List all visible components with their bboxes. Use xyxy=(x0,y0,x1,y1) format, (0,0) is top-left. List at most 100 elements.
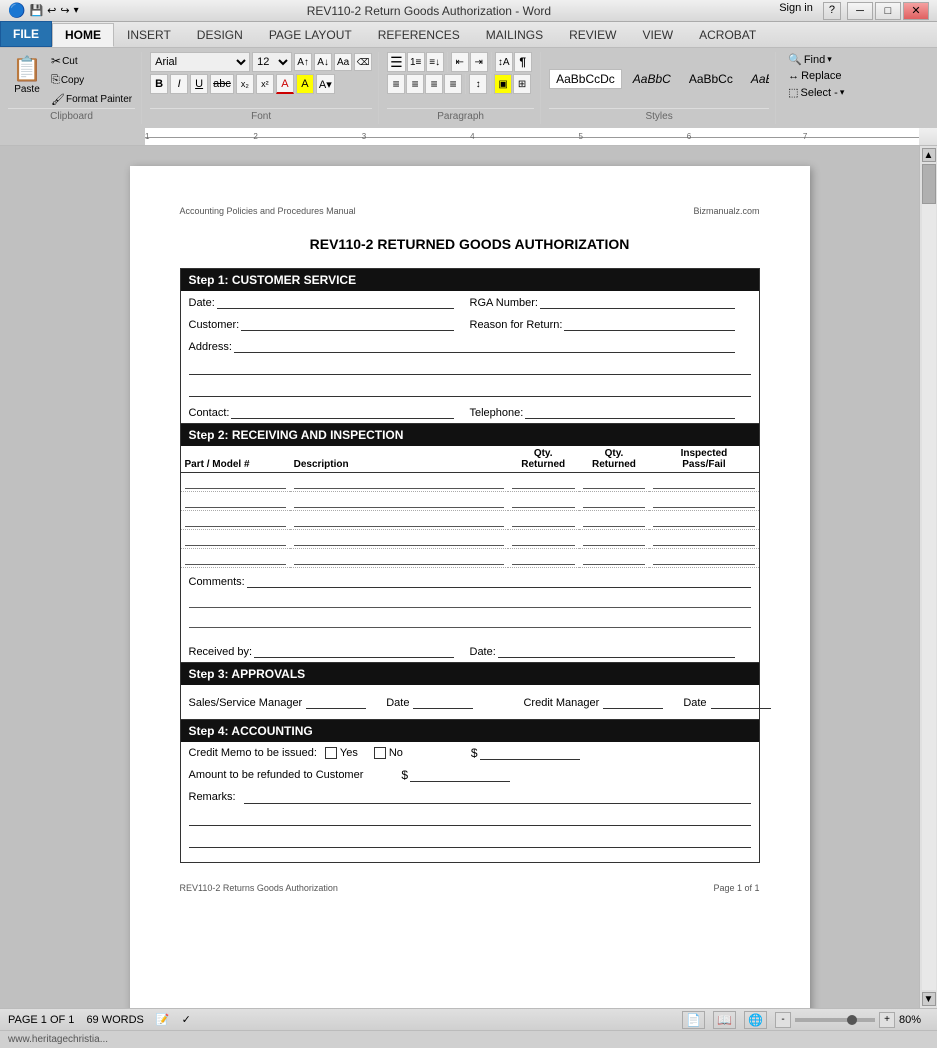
bold-button[interactable]: B xyxy=(150,74,168,94)
refund-amount-input[interactable] xyxy=(410,768,510,782)
highlight-button[interactable]: A xyxy=(296,74,314,94)
customer-input[interactable] xyxy=(241,317,453,331)
zoom-slider[interactable] xyxy=(795,1018,875,1022)
view-print-button[interactable]: 📄 xyxy=(682,1011,705,1029)
select-button[interactable]: ⬚ Select - ▾ xyxy=(784,85,848,100)
sales-manager-input[interactable] xyxy=(306,695,366,709)
show-para-button[interactable]: ¶ xyxy=(514,52,532,72)
multilevel-button[interactable]: ≡↓ xyxy=(426,52,444,72)
tab-home[interactable]: HOME xyxy=(52,23,114,47)
grow-font-button[interactable]: A↑ xyxy=(294,53,312,71)
tab-insert[interactable]: INSERT xyxy=(114,23,184,47)
address-input3[interactable] xyxy=(189,383,751,397)
zoom-thumb[interactable] xyxy=(847,1015,857,1025)
increase-indent-button[interactable]: ⇥ xyxy=(470,52,488,72)
font-size-select[interactable]: 12 xyxy=(252,52,292,72)
shrink-font-button[interactable]: A↓ xyxy=(314,53,332,71)
tab-references[interactable]: REFERENCES xyxy=(365,23,473,47)
scroll-thumb[interactable] xyxy=(922,164,936,204)
zoom-out-button[interactable]: - xyxy=(775,1012,791,1028)
comments-line3[interactable] xyxy=(189,614,751,628)
superscript-button[interactable]: x² xyxy=(256,74,274,94)
scroll-track[interactable] xyxy=(922,164,936,990)
line-spacing-button[interactable]: ↕ xyxy=(469,74,487,94)
date2-input[interactable] xyxy=(711,695,771,709)
sort-button[interactable]: ↕A xyxy=(495,52,513,72)
reason-input[interactable] xyxy=(564,317,734,331)
no-checkbox-box[interactable] xyxy=(374,747,386,759)
telephone-input[interactable] xyxy=(525,405,734,419)
tab-design[interactable]: DESIGN xyxy=(184,23,256,47)
credit-memo-amount-input[interactable] xyxy=(480,746,580,760)
date-input[interactable] xyxy=(217,295,454,309)
bullets-button[interactable]: ☰ xyxy=(387,52,406,72)
yes-checkbox[interactable]: Yes xyxy=(325,747,358,759)
received-date-input[interactable] xyxy=(498,644,735,658)
style-heading3[interactable]: AaBbCcI xyxy=(744,69,769,89)
comments-input[interactable] xyxy=(247,574,751,588)
view-reading-button[interactable]: 📖 xyxy=(713,1011,736,1029)
paste-button[interactable]: 📋 Paste xyxy=(8,52,46,98)
quick-access-more[interactable]: ▾ xyxy=(74,5,79,16)
replace-button[interactable]: ↔ Replace xyxy=(784,69,848,83)
borders-button[interactable]: ⊞ xyxy=(513,74,531,94)
strikethrough-button[interactable]: abc xyxy=(210,74,234,94)
received-by-input[interactable] xyxy=(254,644,453,658)
remarks-line3[interactable] xyxy=(189,834,751,848)
contact-input[interactable] xyxy=(231,405,453,419)
tab-mailings[interactable]: MAILINGS xyxy=(473,23,556,47)
shading-button[interactable]: ▣ xyxy=(494,74,512,94)
italic-button[interactable]: I xyxy=(170,74,188,94)
remarks-input[interactable] xyxy=(244,790,751,804)
address-input2[interactable] xyxy=(189,361,751,375)
zoom-in-button[interactable]: + xyxy=(879,1012,895,1028)
close-button[interactable]: ✕ xyxy=(903,2,929,20)
tab-acrobat[interactable]: ACROBAT xyxy=(686,23,769,47)
numbering-button[interactable]: 1≡ xyxy=(407,52,425,72)
vertical-scrollbar[interactable]: ▲ ▼ xyxy=(919,146,937,1008)
underline-button[interactable]: U xyxy=(190,74,208,94)
style-heading1[interactable]: AaBbC xyxy=(626,69,678,89)
tab-page-layout[interactable]: PAGE LAYOUT xyxy=(256,23,365,47)
address-input[interactable] xyxy=(234,339,735,353)
change-case-button[interactable]: Aa xyxy=(334,53,352,71)
subscript-button[interactable]: x₂ xyxy=(236,74,254,94)
reason-label: Reason for Return: xyxy=(470,319,563,331)
minimize-button[interactable]: ─ xyxy=(847,2,873,20)
rga-input[interactable] xyxy=(540,295,735,309)
copy-button[interactable]: ⎘ Copy xyxy=(48,72,135,89)
cut-button[interactable]: ✂ Cut xyxy=(48,52,135,70)
help-button[interactable]: ? xyxy=(823,2,841,20)
document-area[interactable]: Accounting Policies and Procedures Manua… xyxy=(20,146,919,1008)
align-right-button[interactable]: ≡ xyxy=(425,74,443,94)
align-left-button[interactable]: ≡ xyxy=(387,74,405,94)
format-painter-button[interactable]: 🖌 Format Painter xyxy=(48,91,135,108)
credit-manager-input[interactable] xyxy=(603,695,663,709)
find-button[interactable]: 🔍 Find ▾ xyxy=(784,52,848,67)
style-heading2[interactable]: AaBbCc xyxy=(682,69,740,89)
quick-access-save[interactable]: 💾 xyxy=(29,4,43,17)
align-center-button[interactable]: ≡ xyxy=(406,74,424,94)
no-checkbox[interactable]: No xyxy=(374,747,403,759)
remarks-line2[interactable] xyxy=(189,812,751,826)
clear-formatting-button[interactable]: ⌫ xyxy=(354,53,372,71)
quick-access-undo[interactable]: ↩ xyxy=(47,4,56,17)
view-web-button[interactable]: 🌐 xyxy=(744,1011,767,1029)
style-normal[interactable]: AaBbCcDc xyxy=(549,69,622,89)
maximize-button[interactable]: □ xyxy=(875,2,901,20)
justify-button[interactable]: ≡ xyxy=(444,74,462,94)
tab-view[interactable]: VIEW xyxy=(629,23,686,47)
scroll-down-button[interactable]: ▼ xyxy=(922,992,936,1006)
scroll-up-button[interactable]: ▲ xyxy=(922,148,936,162)
font-name-select[interactable]: Arial xyxy=(150,52,250,72)
date1-input[interactable] xyxy=(413,695,473,709)
font-color-button[interactable]: A▾ xyxy=(316,74,335,94)
text-color-button[interactable]: A xyxy=(276,74,294,94)
sign-in-link[interactable]: Sign in xyxy=(779,2,813,20)
comments-line2[interactable] xyxy=(189,594,751,608)
quick-access-redo[interactable]: ↪ xyxy=(60,4,69,17)
tab-review[interactable]: REVIEW xyxy=(556,23,629,47)
decrease-indent-button[interactable]: ⇤ xyxy=(451,52,469,72)
yes-checkbox-box[interactable] xyxy=(325,747,337,759)
tab-file[interactable]: FILE xyxy=(0,21,52,47)
